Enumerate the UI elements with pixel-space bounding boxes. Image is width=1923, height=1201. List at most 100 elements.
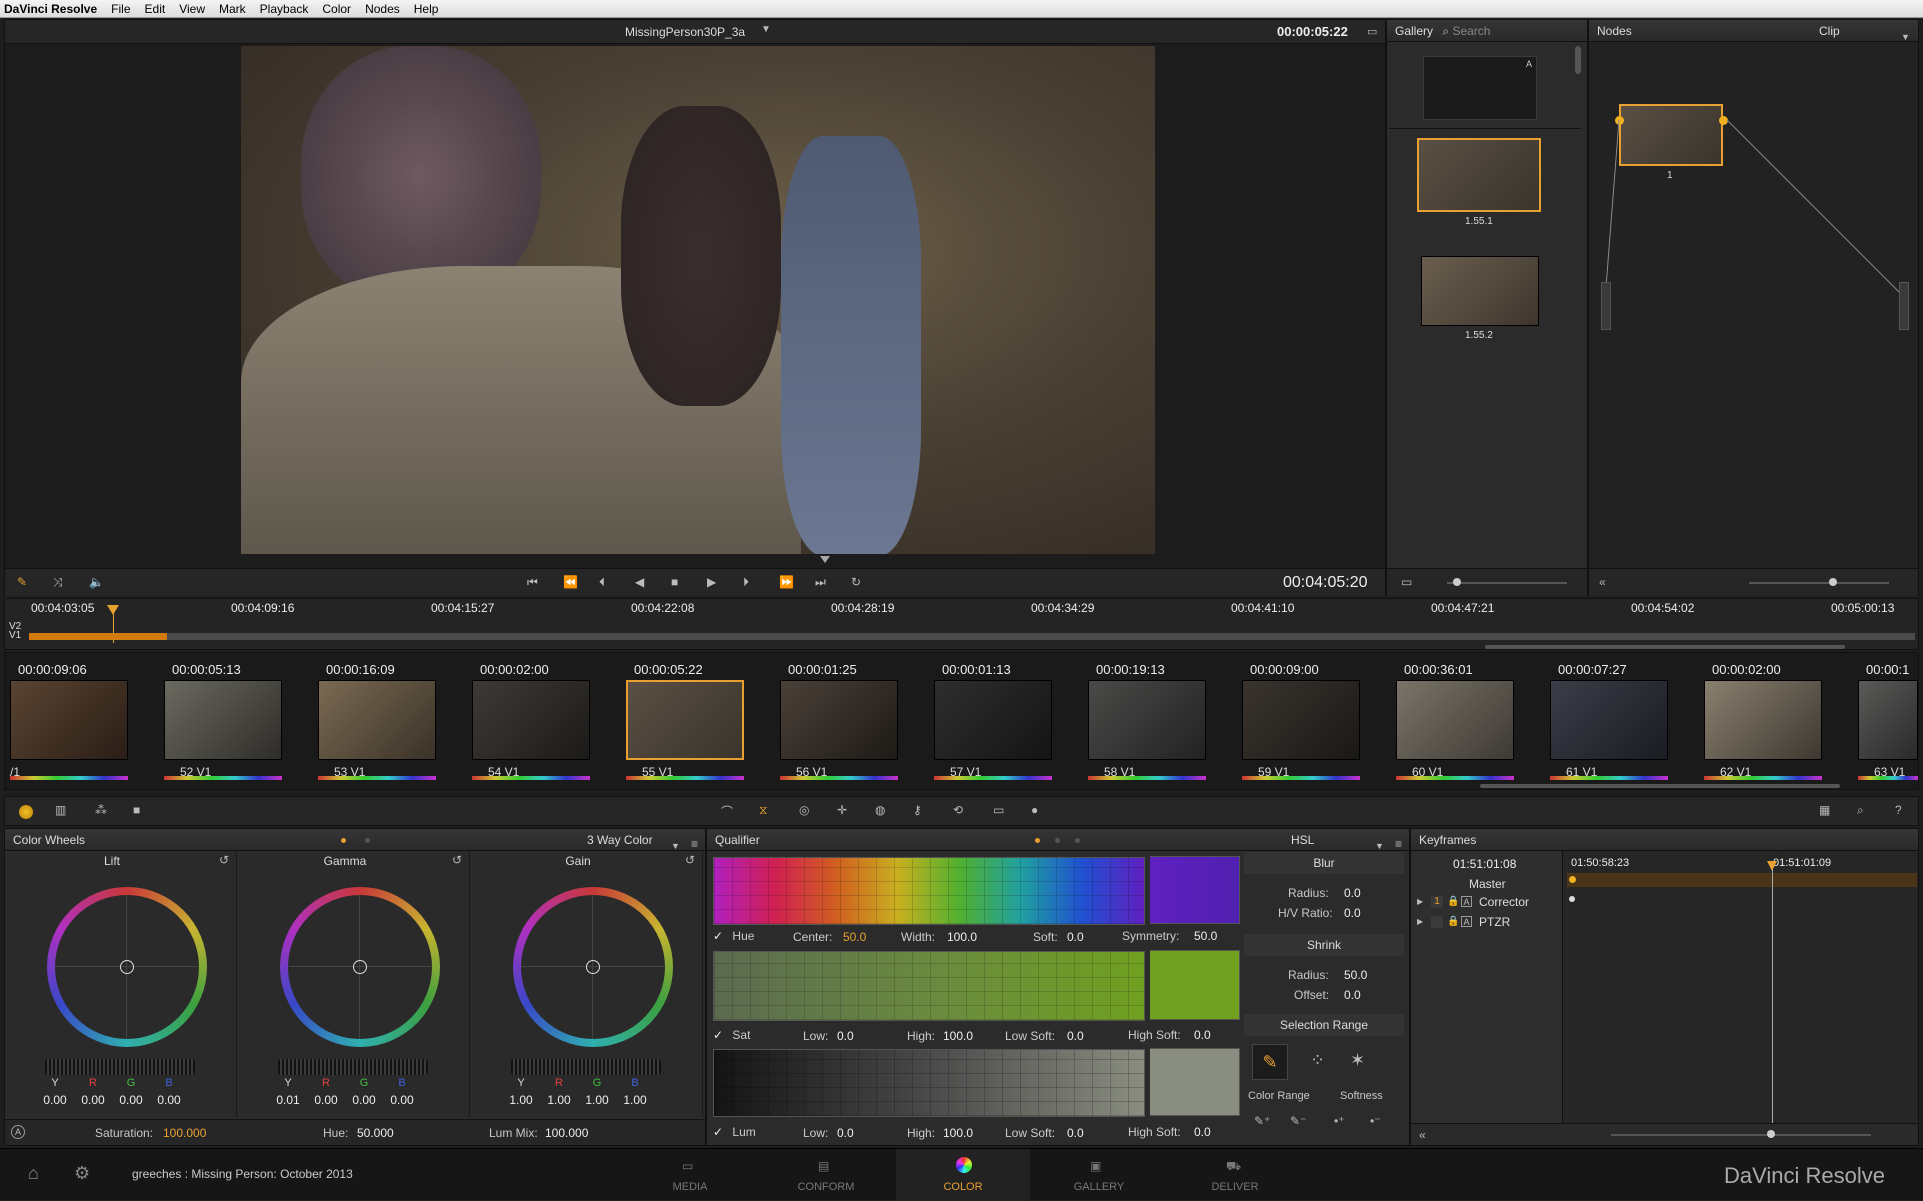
expand-arrow-icon[interactable]: ▶ (1417, 917, 1423, 926)
expand-arrow-icon[interactable]: ▶ (1417, 897, 1423, 906)
nodes-zoom-slider[interactable] (1749, 582, 1889, 584)
gallery-search-placeholder[interactable]: Search (1452, 24, 1490, 38)
value-y[interactable]: 0.01 (270, 1093, 306, 1107)
curves-icon[interactable]: ⌒ (721, 803, 733, 820)
v1-track[interactable] (29, 633, 1915, 640)
stereo-3d-icon[interactable]: ▭ (993, 803, 1004, 817)
keyframe-zoom-slider[interactable] (1611, 1134, 1871, 1136)
menu-nodes[interactable]: Nodes (358, 2, 407, 16)
clip-strip-scrollbar[interactable] (1480, 784, 1840, 788)
keyframe-zoom-handle[interactable] (1767, 1130, 1775, 1138)
primaries-bars-icon[interactable]: ▥ (55, 803, 66, 817)
keyframe-dot[interactable] (1569, 896, 1575, 902)
menu-playback[interactable]: Playback (253, 2, 316, 16)
sat-graph-extension[interactable] (1150, 950, 1240, 1020)
qualifier-mode-select[interactable]: HSL (1291, 829, 1314, 851)
lock-icon[interactable]: 🔒 (1447, 896, 1459, 907)
lum-graph-extension[interactable] (1150, 1048, 1240, 1116)
chevron-down-icon[interactable]: ▼ (761, 24, 771, 35)
nodes-zoom-handle[interactable] (1829, 578, 1837, 586)
add-color-icon[interactable]: ✎⁺ (1254, 1114, 1270, 1128)
dropper-icon[interactable]: ● (1031, 803, 1038, 817)
video-frame[interactable] (241, 46, 1155, 554)
track-ptzr[interactable]: PTZR (1479, 915, 1510, 929)
hue-graph-extension[interactable] (1150, 856, 1240, 924)
value-b[interactable]: 1.00 (617, 1093, 653, 1107)
key-icon[interactable]: ⚷ (913, 803, 922, 817)
value-g[interactable]: 0.00 (113, 1093, 149, 1107)
timeline-scrollbar[interactable] (1485, 645, 1845, 649)
gallery-view-icon[interactable]: ▭ (1401, 575, 1412, 589)
lock-icon[interactable]: 🔒 (1447, 916, 1459, 927)
hue-value[interactable]: 50.000 (357, 1126, 394, 1140)
auto-keyframe-icon[interactable]: A (1461, 896, 1472, 907)
page-dot-active[interactable] (341, 838, 346, 843)
auto-balance-icon[interactable]: A (11, 1125, 25, 1139)
shrink-offset-value[interactable]: 0.0 (1344, 988, 1361, 1002)
output-target[interactable] (1899, 282, 1909, 330)
master-jog-wheel[interactable] (511, 1059, 661, 1075)
reset-icon[interactable]: ↺ (219, 853, 229, 867)
lum-graph[interactable] (713, 1049, 1145, 1117)
tab-conform[interactable]: CONFORM (781, 1181, 871, 1193)
go-to-start-icon[interactable]: ⏮ (527, 575, 538, 590)
value-y[interactable]: 0.00 (37, 1093, 73, 1107)
clip-thumbnail[interactable] (1858, 680, 1918, 760)
still-thumbnail[interactable] (1421, 256, 1539, 326)
source-input[interactable] (1601, 282, 1611, 330)
zoom-search-icon[interactable]: ⌕ (1857, 803, 1864, 818)
shrink-radius-value[interactable]: 50.0 (1344, 968, 1367, 982)
stop-icon[interactable]: ■ (671, 575, 678, 589)
clip-thumbnail[interactable] (1704, 680, 1822, 760)
blur-radius-value[interactable]: 0.0 (1344, 886, 1361, 900)
track-corrector[interactable]: Corrector (1479, 895, 1529, 909)
search-icon[interactable]: ⌕ (1442, 20, 1449, 41)
value-r[interactable]: 0.00 (75, 1093, 111, 1107)
master-jog-wheel[interactable] (45, 1059, 195, 1075)
color-page-icon[interactable] (956, 1157, 972, 1173)
pencil-icon[interactable]: ✎ (17, 575, 27, 589)
current-clip-segment[interactable] (29, 633, 167, 640)
page-dot[interactable] (1055, 838, 1060, 843)
gallery-zoom-handle[interactable] (1453, 578, 1461, 586)
loop-icon[interactable]: ↻ (851, 575, 861, 589)
collapse-icon[interactable]: « (1599, 575, 1606, 589)
color-wheels-tab-icon[interactable] (19, 805, 33, 819)
clip-thumbnail[interactable] (934, 680, 1052, 760)
blur-icon[interactable]: ◍ (875, 803, 885, 817)
page-dot-active[interactable] (1035, 838, 1040, 843)
lum-high-value[interactable]: 100.0 (943, 1126, 973, 1140)
keyframe-dot[interactable] (1569, 876, 1576, 883)
hue-center-value[interactable]: 50.0 (843, 930, 866, 944)
tab-gallery[interactable]: GALLERY (1054, 1181, 1144, 1193)
value-b[interactable]: 0.00 (151, 1093, 187, 1107)
wheel-puck[interactable] (586, 960, 600, 974)
wheel-puck[interactable] (353, 960, 367, 974)
subtract-color-icon[interactable]: ✎⁻ (1290, 1114, 1306, 1128)
clip-thumbnail[interactable] (472, 680, 590, 760)
lum-highsoft-value[interactable]: 0.0 (1194, 1125, 1211, 1139)
hue-width-value[interactable]: 100.0 (947, 930, 977, 944)
menu-icon[interactable]: ≡ (1395, 833, 1402, 855)
clip-thumbnail[interactable] (10, 680, 128, 760)
saturation-value[interactable]: 100.000 (163, 1126, 206, 1140)
conform-icon[interactable]: ▤ (818, 1159, 829, 1173)
master-keyframe-track[interactable] (1567, 873, 1917, 887)
check-icon[interactable]: ✓ (713, 929, 723, 943)
check-icon[interactable]: ✓ (713, 1028, 723, 1042)
value-g[interactable]: 0.00 (346, 1093, 382, 1107)
home-icon[interactable]: ⌂ (28, 1163, 39, 1184)
chevron-down-icon[interactable]: ▼ (1375, 835, 1384, 857)
sizing-icon[interactable]: ⟲ (953, 803, 963, 817)
camera-raw-icon[interactable]: ■ (133, 803, 140, 817)
clip-thumbnail[interactable] (1396, 680, 1514, 760)
value-g[interactable]: 1.00 (579, 1093, 615, 1107)
qualifier-icon[interactable]: ⧖ (759, 803, 767, 818)
color-wheel[interactable] (513, 887, 673, 1047)
gallery-icon[interactable]: ▣ (1090, 1159, 1101, 1173)
wheel-puck[interactable] (120, 960, 134, 974)
shuffle-icon[interactable]: ⤨ (53, 575, 63, 590)
reset-icon[interactable]: ↺ (685, 853, 695, 867)
hue-soft-value[interactable]: 0.0 (1067, 930, 1084, 944)
timeline-panel[interactable]: 00:04:03:05 00:04:09:16 00:04:15:27 00:0… (4, 598, 1919, 650)
